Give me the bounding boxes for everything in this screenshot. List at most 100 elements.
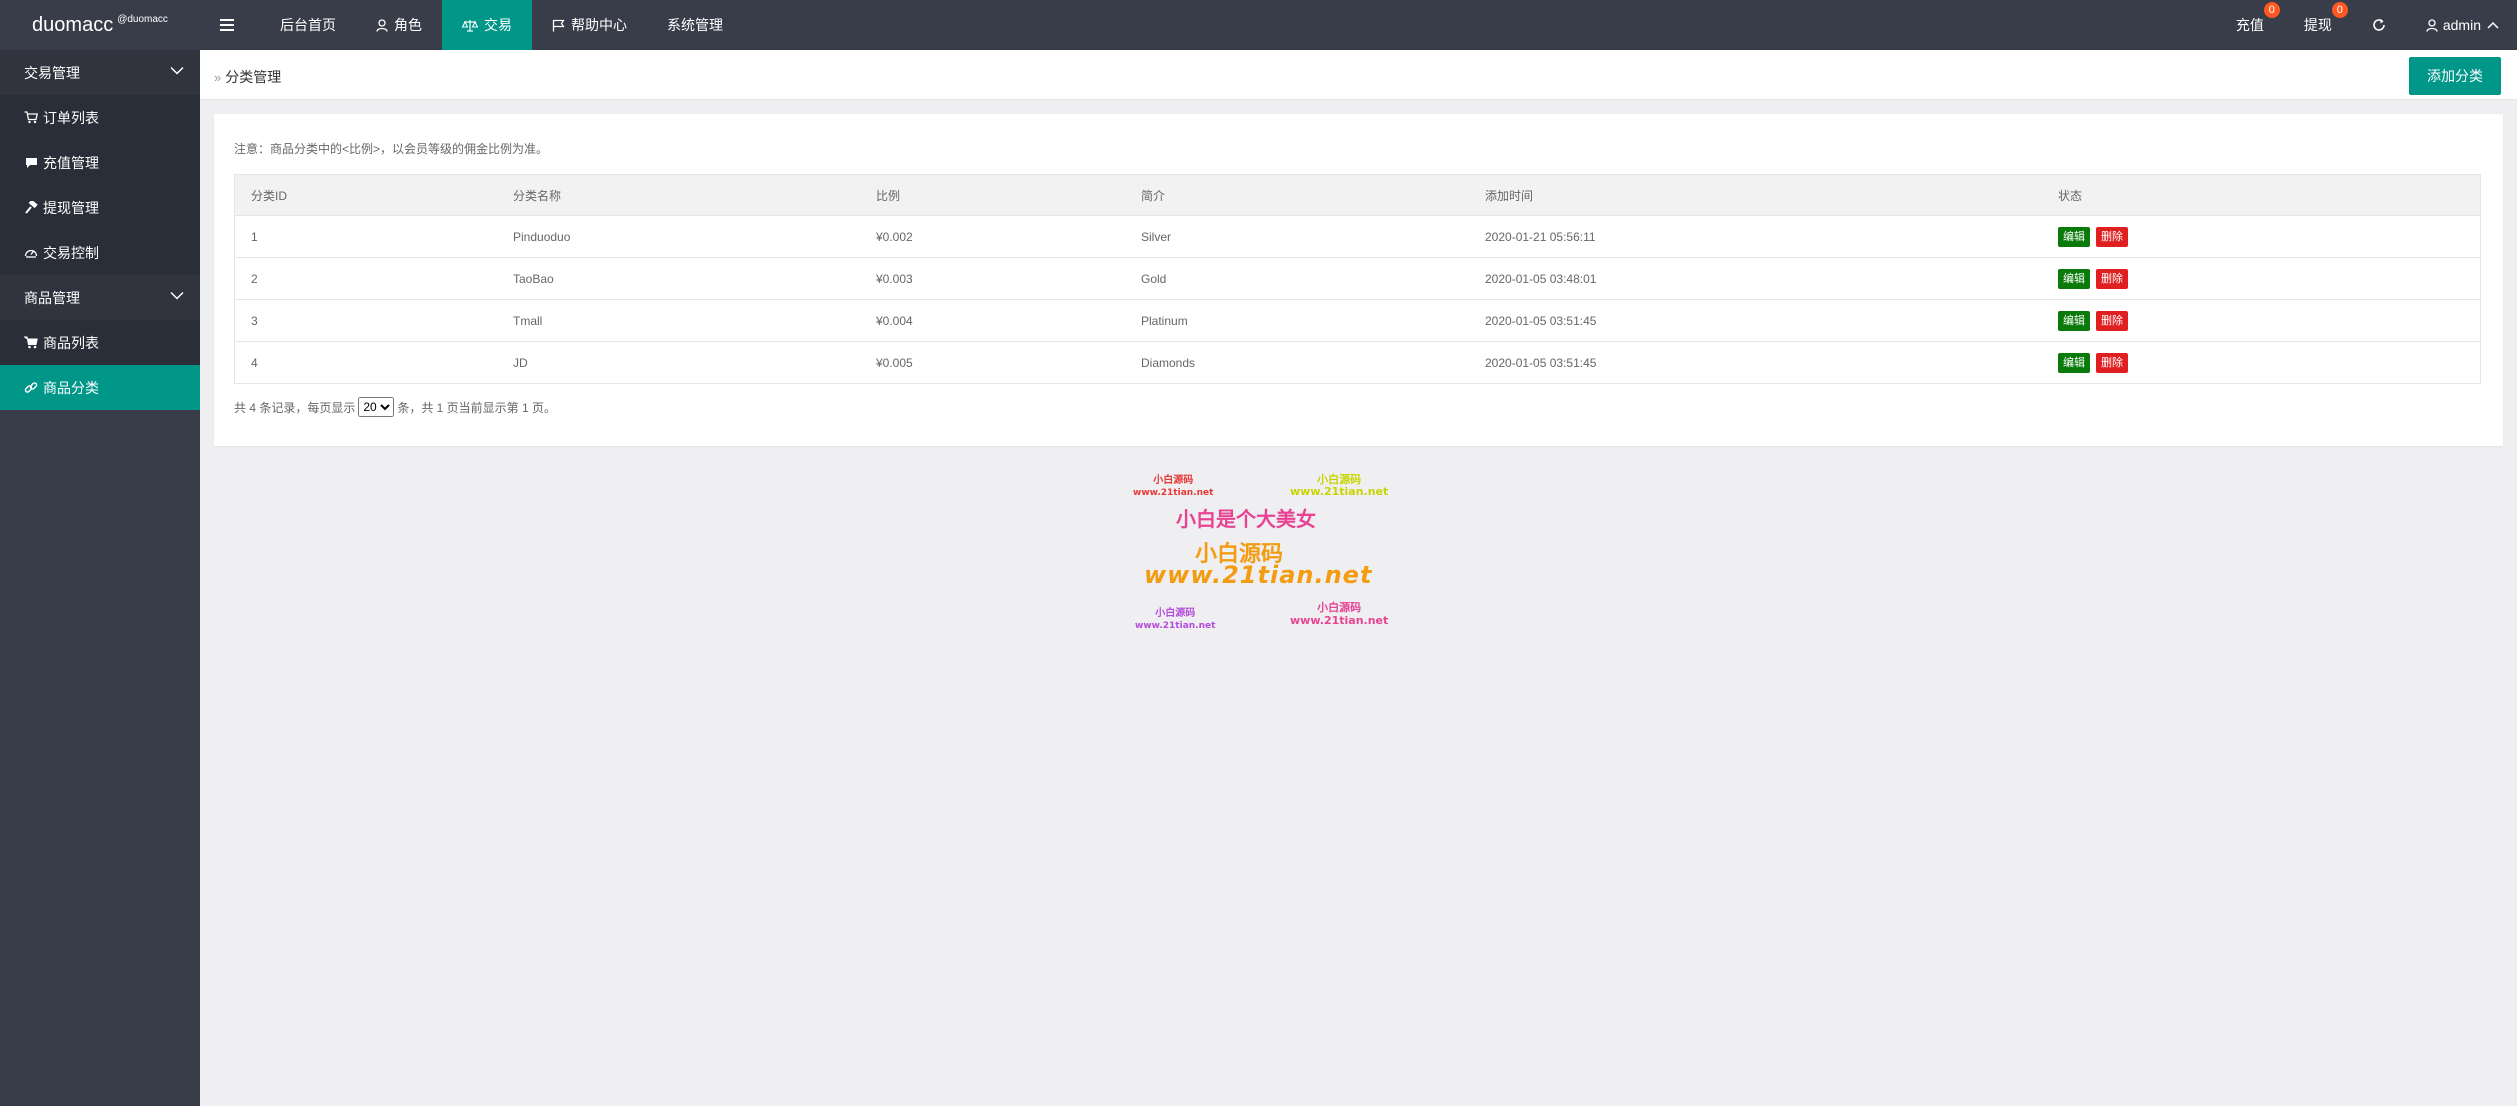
sidebar-item-withdraw[interactable]: 提现管理 [0,185,200,230]
delete-button[interactable]: 删除 [2096,352,2128,373]
cell-id: 1 [234,215,497,258]
wm-url: www.21tian.net [1135,621,1216,631]
sidebar-item-label: 订单列表 [43,109,99,126]
cell-ratio: ¥0.002 [860,215,1125,258]
hamburger-icon [220,19,234,31]
sidebar-item-goods-list[interactable]: 商品列表 [0,320,200,365]
col-ratio: 比例 [860,174,1125,216]
cart-icon [24,111,38,125]
watermark-small-2: 小白源码 www.21tian.net [1290,474,1388,498]
withdraw-label: 提现 [2303,17,2332,33]
watermark-small-1: 小白源码 www.21tian.net [1133,475,1213,499]
recharge-button[interactable]: 充值 0 [2216,0,2284,50]
edit-button[interactable]: 编辑 [2058,352,2090,373]
cell-actions: 编辑 删除 [2042,341,2481,384]
delete-button[interactable]: 删除 [2096,268,2128,289]
cell-time: 2020-01-05 03:51:45 [1469,299,2042,342]
delete-button[interactable]: 删除 [2096,226,2128,247]
category-table: 分类ID 分类名称 比例 简介 添加时间 状态 1 Pinduoduo ¥0.0… [234,174,2481,384]
add-category-button[interactable]: 添加分类 [2409,57,2501,95]
edit-button[interactable]: 编辑 [2058,310,2090,331]
sidebar-item-label: 交易控制 [43,244,99,261]
brand-name: duomacc [32,13,114,36]
pager-text-after: 条，共 1 页当前显示第 1 页。 [397,400,557,415]
cell-id: 4 [234,341,497,384]
flag-icon [552,19,565,31]
top-right: 充值 0 提现 0 admin [2216,0,2517,50]
refresh-button[interactable] [2352,0,2406,50]
nav-item-home[interactable]: 后台首页 [260,0,356,50]
col-desc: 简介 [1125,174,1469,216]
chevron-down-icon [170,291,184,300]
cell-desc: Diamonds [1125,341,1469,384]
nav-item-help[interactable]: 帮助中心 [532,0,647,50]
sidebar: 交易管理 订单列表 充值管理 提现管理 交易控制 商品管理 商品列表 商品分类 [0,50,200,1106]
breadcrumb-label[interactable]: 分类管理 [225,67,281,87]
page-size-select[interactable]: 20 [358,397,395,417]
col-name: 分类名称 [497,174,860,216]
edit-button[interactable]: 编辑 [2058,226,2090,247]
content-card: 注意：商品分类中的<比例>，以会员等级的佣金比例为准。 分类ID 分类名称 比例… [214,114,2503,446]
nav-item-trade[interactable]: 交易 [442,0,532,50]
sidebar-item-label: 充值管理 [43,154,99,171]
cell-desc: Silver [1125,215,1469,258]
cell-time: 2020-01-05 03:51:45 [1469,341,2042,384]
table-row: 2 TaoBao ¥0.003 Gold 2020-01-05 03:48:01… [234,257,2481,300]
user-menu[interactable]: admin [2406,0,2517,50]
cell-desc: Gold [1125,257,1469,300]
breadcrumb-bar: » 分类管理 添加分类 [200,50,2517,100]
nav-item-role[interactable]: 角色 [356,0,442,50]
sidebar-item-label: 商品列表 [43,334,99,351]
refresh-icon [2373,19,2385,31]
cell-ratio: ¥0.005 [860,341,1125,384]
nav-home-label: 后台首页 [280,17,336,33]
cart-icon [24,336,38,350]
chevron-down-icon [170,66,184,75]
cell-name: Pinduoduo [497,215,860,258]
top-bar: duomacc @duomacc 后台首页 角色 交易 帮助中心 系统管理 充值… [0,0,2517,50]
col-status: 状态 [2042,174,2481,216]
dashboard-icon [24,246,38,260]
sidebar-group-goods[interactable]: 商品管理 [0,275,200,320]
double-chevron-icon: » [214,69,222,85]
wm-url: www.21tian.net [1290,614,1389,627]
nav-item-system[interactable]: 系统管理 [647,0,743,50]
delete-button[interactable]: 删除 [2096,310,2128,331]
cell-actions: 编辑 删除 [2042,215,2481,258]
cell-actions: 编辑 删除 [2042,299,2481,342]
sidebar-item-control[interactable]: 交易控制 [0,230,200,275]
nav-help-label: 帮助中心 [571,17,627,33]
wm-url: www.21tian.net [1133,488,1214,498]
cell-time: 2020-01-05 03:48:01 [1469,257,2042,300]
chat-icon [24,156,38,170]
wm-text: 小白源码 [1317,601,1362,614]
user-name: admin [2442,17,2481,33]
sidebar-item-recharge[interactable]: 充值管理 [0,140,200,185]
cell-actions: 编辑 删除 [2042,257,2481,300]
cell-ratio: ¥0.004 [860,299,1125,342]
withdraw-button[interactable]: 提现 0 [2284,0,2352,50]
pager-text-before: 共 4 条记录，每页显示 [234,400,356,415]
cell-ratio: ¥0.003 [860,257,1125,300]
user-icon [376,18,388,32]
wm-text: 小白源码 [1155,608,1196,619]
cell-time: 2020-01-21 05:56:11 [1469,215,2042,258]
sidebar-group-trade[interactable]: 交易管理 [0,50,200,95]
col-time: 添加时间 [1469,174,2042,216]
link-icon [24,381,38,395]
table-row: 3 Tmall ¥0.004 Platinum 2020-01-05 03:51… [234,299,2481,342]
sidebar-group-label: 商品管理 [24,289,80,306]
user-icon [2426,18,2438,32]
recharge-label: 充值 [2235,17,2264,33]
menu-toggle-button[interactable] [200,0,260,50]
wm-url: www.21tian.net [1290,485,1389,498]
watermark-small-4: 小白源码 www.21tian.net [1290,601,1388,627]
nav-role-label: 角色 [394,17,422,33]
sidebar-item-orders[interactable]: 订单列表 [0,95,200,140]
sidebar-item-label: 商品分类 [43,379,99,396]
pagination: 共 4 条记录，每页显示 20 条，共 1 页当前显示第 1 页。 [234,397,556,417]
table-row: 1 Pinduoduo ¥0.002 Silver 2020-01-21 05:… [234,215,2481,258]
sidebar-group-label: 交易管理 [24,64,80,81]
sidebar-item-category[interactable]: 商品分类 [0,365,200,410]
edit-button[interactable]: 编辑 [2058,268,2090,289]
